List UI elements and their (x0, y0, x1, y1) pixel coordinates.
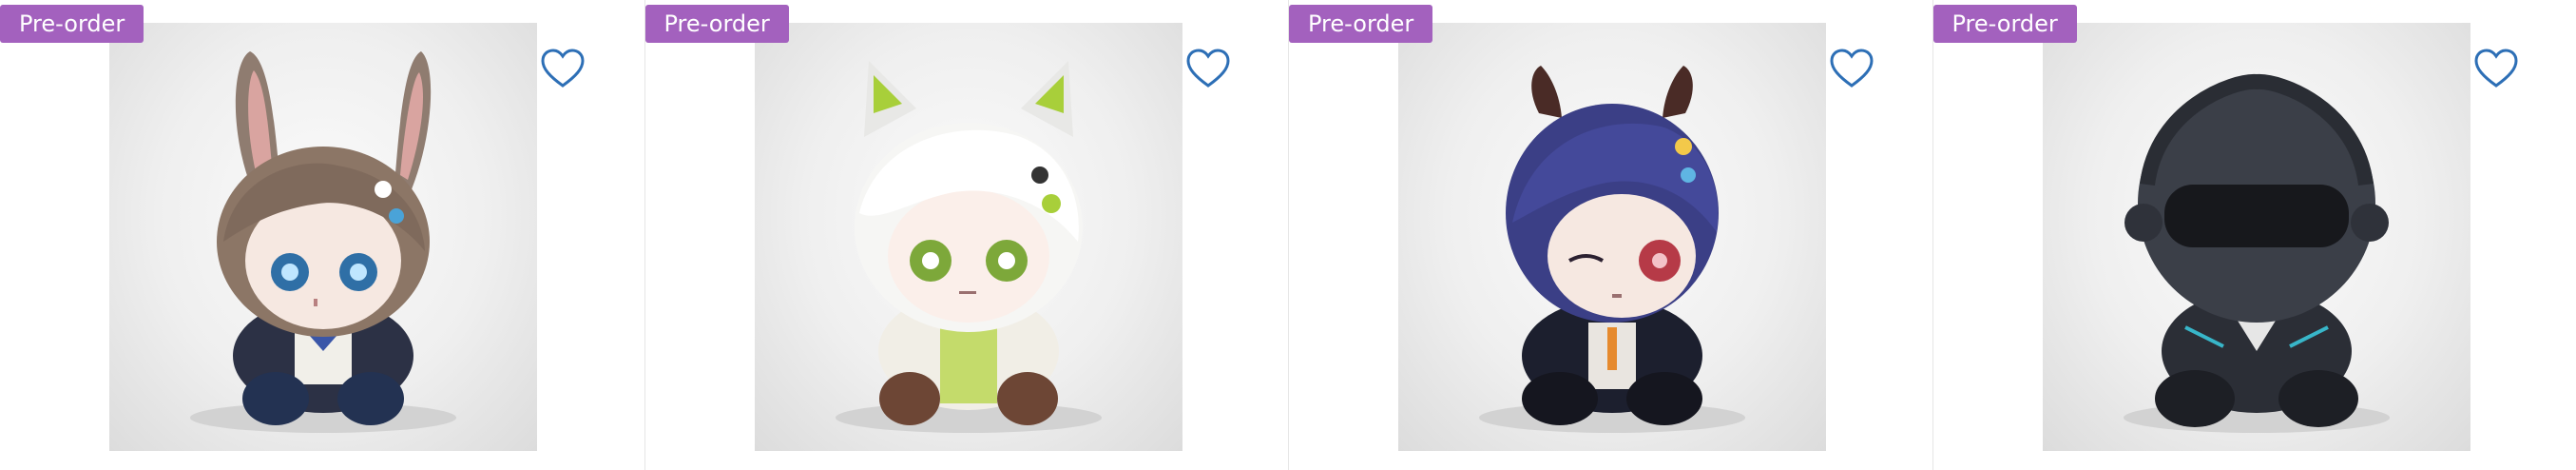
heart-outline-icon (541, 49, 585, 88)
heart-outline-icon (2473, 49, 2518, 88)
favorite-button[interactable] (2473, 48, 2519, 89)
product-image[interactable] (754, 23, 1182, 451)
preorder-badge: Pre-order (1932, 5, 2077, 43)
heart-outline-icon (1185, 49, 1230, 88)
preorder-badge: Pre-order (644, 5, 789, 43)
product-card[interactable]: Pre-order (644, 0, 1289, 470)
preorder-badge: Pre-order (0, 5, 144, 43)
favorite-button[interactable] (1829, 48, 1874, 89)
bunny-ear-girl-figure-icon (190, 51, 456, 433)
product-card[interactable]: Pre-order (0, 0, 644, 470)
product-image[interactable] (1398, 23, 1826, 451)
product-grid: Pre-order Pre-order Pre-order Pre-order (0, 0, 2576, 470)
product-image[interactable] (2042, 23, 2470, 451)
heart-outline-icon (1830, 49, 1874, 88)
blue-hair-horned-girl-figure-icon (1479, 66, 1745, 433)
helmeted-hooded-figure-icon (2123, 73, 2390, 433)
product-image[interactable] (109, 23, 537, 451)
favorite-button[interactable] (1185, 48, 1231, 89)
white-hair-cat-ear-girl-figure-icon (835, 61, 1102, 433)
product-card[interactable]: Pre-order (1932, 0, 2576, 470)
preorder-badge: Pre-order (1289, 5, 1433, 43)
product-card[interactable]: Pre-order (1288, 0, 1932, 470)
favorite-button[interactable] (540, 48, 586, 89)
